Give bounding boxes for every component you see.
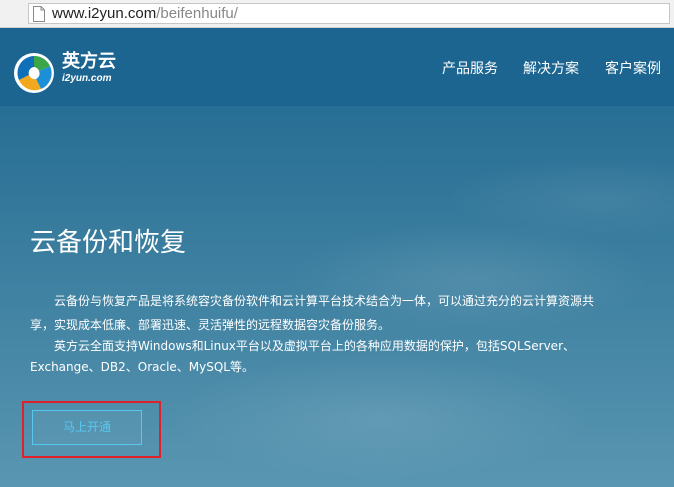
hero-title: 云备份和恢复 <box>30 228 187 258</box>
hero-desc-line-3: 英方云全面支持Windows和Linux平台以及虚拟平台上的各种应用数据的保护，… <box>54 339 576 353</box>
url-host: www.i2yun.com <box>52 5 157 22</box>
page-icon <box>33 6 45 22</box>
navbar: 英方云 i2yun.com 产品服务 解决方案 客户案例 <box>0 28 674 106</box>
brand-domain: i2yun.com <box>62 73 112 84</box>
hero-desc-line-2: 享，实现成本低廉、部署迅速、灵活弹性的远程数据容灾备份服务。 <box>30 318 391 332</box>
browser-address-bar: www.i2yun.com/beifenhuifu/ <box>0 0 674 28</box>
hero-desc-line-4: Exchange、DB2、Oracle、MySQL等。 <box>30 360 254 374</box>
url-text[interactable]: www.i2yun.com/beifenhuifu/ <box>52 5 238 22</box>
brand-name[interactable]: 英方云 <box>62 52 116 72</box>
hero-desc-line-1: 云备份与恢复产品是将系统容灾备份软件和云计算平台技术结合为一体，可以通过充分的云… <box>54 294 595 308</box>
nav-cases[interactable]: 客户案例 <box>605 60 661 78</box>
nav-solutions[interactable]: 解决方案 <box>523 60 579 78</box>
hero-section: 英方云 i2yun.com 产品服务 解决方案 客户案例 云备份和恢复 云备份与… <box>0 28 674 487</box>
nav-products[interactable]: 产品服务 <box>442 60 498 78</box>
url-path: /beifenhuifu/ <box>156 5 238 22</box>
highlight-box <box>22 401 161 458</box>
logo-icon[interactable] <box>13 52 55 94</box>
